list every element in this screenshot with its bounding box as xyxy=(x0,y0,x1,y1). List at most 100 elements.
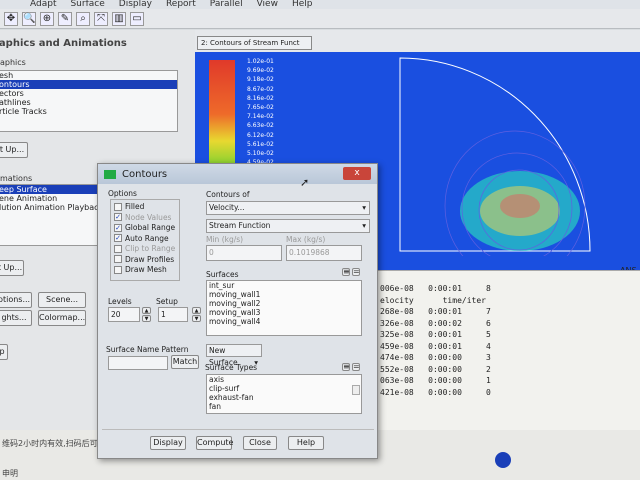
new-surface-dropdown[interactable]: New Surface xyxy=(206,344,262,369)
compute-button[interactable]: Compute xyxy=(196,436,233,450)
menu-display[interactable]: Display xyxy=(119,0,152,9)
colormap-label: 5.10e-02 xyxy=(247,150,274,157)
graphics-label: aphics xyxy=(0,58,26,67)
menu-adapt[interactable]: Adapt xyxy=(30,0,56,9)
console-line: 063e-08 0:00:00 1 xyxy=(380,376,491,385)
option-checkbox[interactable]: ✓ Global Range xyxy=(114,223,175,232)
select-all-icon[interactable]: ≡ xyxy=(342,268,350,276)
surfaces-list[interactable]: int_sur moving_wall1 moving_wall2 moving… xyxy=(206,280,362,336)
list-item[interactable]: axis xyxy=(207,375,361,384)
list-item[interactable]: clip-surf xyxy=(207,384,361,393)
menu-parallel[interactable]: Parallel xyxy=(210,0,243,9)
setup-label: Setup xyxy=(156,297,178,306)
setup-down-button[interactable]: ▼ xyxy=(192,315,201,322)
min-input[interactable]: 0 xyxy=(206,245,282,261)
probe-icon[interactable]: ✎ xyxy=(58,11,72,26)
option-checkbox[interactable]: Draw Mesh xyxy=(114,265,167,274)
colormap-label: 5.61e-02 xyxy=(247,140,274,148)
select-all-types-icon[interactable]: ≡ xyxy=(342,363,350,371)
pattern-input[interactable] xyxy=(108,356,168,370)
deselect-all-types-icon[interactable]: = xyxy=(352,363,360,371)
list-item[interactable]: esh xyxy=(0,71,177,80)
contours-of-dropdown[interactable]: Velocity... xyxy=(206,201,370,215)
graphics-setup-button[interactable]: t Up... xyxy=(0,142,28,158)
console-line: 459e-08 0:00:01 4 xyxy=(380,341,491,351)
graphics-window-selector[interactable]: 2: Contours of Stream Funct xyxy=(197,36,312,50)
checkbox-icon[interactable]: ✓ xyxy=(114,223,122,232)
option-checkbox[interactable]: Filled xyxy=(114,202,144,211)
setup-input[interactable]: 1 xyxy=(158,307,188,322)
deselect-all-icon[interactable]: = xyxy=(352,268,360,276)
console-line: elocity time/iter xyxy=(380,295,486,305)
checkbox-icon[interactable] xyxy=(114,255,122,263)
scene-button[interactable]: Scene... xyxy=(38,292,86,308)
help-button[interactable]: Help xyxy=(288,436,324,450)
menu-view[interactable]: View xyxy=(257,0,278,9)
levels-up-button[interactable]: ▲ xyxy=(142,307,151,314)
menu-help[interactable]: Help xyxy=(292,0,313,9)
setup-up-button[interactable]: ▲ xyxy=(192,307,201,314)
checkbox-icon[interactable] xyxy=(114,244,122,253)
levels-input[interactable]: 20 xyxy=(108,307,140,322)
quantity-dropdown[interactable]: Stream Function xyxy=(206,219,370,233)
console-line: 421e-08 0:00:00 0 xyxy=(380,387,491,397)
option-checkbox[interactable]: Draw Profiles xyxy=(114,255,174,264)
list-item[interactable]: fan xyxy=(207,402,361,411)
menu-surface[interactable]: Surface xyxy=(70,0,104,9)
option-label: Auto Range xyxy=(125,233,169,243)
option-label: Node Values xyxy=(125,212,172,222)
list-item[interactable]: int_sur xyxy=(207,281,361,290)
surface-types-list[interactable]: axis clip-surf exhaust-fan fan xyxy=(206,374,362,414)
fit-icon[interactable]: ⌕ xyxy=(76,11,90,26)
colormap-label: 7.65e-02 xyxy=(247,104,274,111)
max-input[interactable]: 0.1019868 xyxy=(286,245,362,261)
list-item[interactable]: moving_wall2 xyxy=(207,299,361,308)
menu-report[interactable]: Report xyxy=(166,0,196,9)
list-item[interactable]: ontours xyxy=(0,80,177,89)
match-button[interactable]: Match xyxy=(171,355,199,369)
colormap-label: 6.63e-02 xyxy=(247,122,274,130)
colormap-button[interactable]: Colormap... xyxy=(38,310,86,326)
list-item[interactable]: exhaust-fan xyxy=(207,393,361,402)
panel-title: raphics and Animations xyxy=(0,38,127,49)
close-icon[interactable]: x xyxy=(343,167,371,180)
zoom-in-icon[interactable]: ⊕ xyxy=(40,11,54,26)
graphics-list[interactable]: esh ontours ectors athlines rticle Track… xyxy=(0,70,178,132)
list-item[interactable]: ectors xyxy=(0,89,177,98)
list-item[interactable]: moving_wall1 xyxy=(207,290,361,299)
option-checkbox[interactable]: Clip to Range xyxy=(114,244,175,253)
list-item[interactable]: athlines xyxy=(0,98,177,107)
checkbox-icon[interactable] xyxy=(114,202,122,211)
option-checkbox[interactable]: ✓ Auto Range xyxy=(114,234,169,243)
checkbox-icon[interactable]: ✓ xyxy=(114,234,122,242)
console-line: 326e-08 0:00:02 6 xyxy=(380,318,491,328)
display-button[interactable]: Display xyxy=(150,436,186,450)
options-label: Options xyxy=(108,189,137,198)
animations-setup-button[interactable]: t Up... xyxy=(0,260,24,276)
dialog-titlebar[interactable]: Contours xyxy=(98,164,377,184)
list-item[interactable]: moving_wall4 xyxy=(207,317,361,326)
list-item[interactable]: rticle Tracks xyxy=(0,107,177,116)
option-checkbox[interactable]: ✓ Node Values xyxy=(114,213,171,222)
lights-button[interactable]: ghts... xyxy=(0,310,32,326)
axes-icon[interactable]: ⤧ xyxy=(94,11,108,26)
close-button[interactable]: Close xyxy=(243,436,277,450)
scrollbar[interactable] xyxy=(352,385,360,395)
checkbox-icon[interactable] xyxy=(114,265,122,274)
console-line: 325e-08 0:00:01 5 xyxy=(380,330,491,339)
options-button[interactable]: ptions... xyxy=(0,292,32,308)
help-button[interactable]: p xyxy=(0,344,8,360)
zoom-icon[interactable]: 🔍 xyxy=(22,11,36,26)
min-label: Min (kg/s) xyxy=(206,235,244,244)
surface-types-label: Surface Types xyxy=(205,363,258,372)
colormap-label: 1.02e-01 xyxy=(247,58,274,65)
console[interactable]: 006e-08 0:00:01 8 elocity time/iter 268e-0… xyxy=(370,270,640,430)
list-item[interactable]: moving_wall3 xyxy=(207,308,361,317)
console-line: 552e-08 0:00:00 2 xyxy=(380,364,491,374)
window-icon[interactable]: ▭ xyxy=(130,11,144,26)
levels-down-button[interactable]: ▼ xyxy=(142,315,151,322)
translate-icon[interactable]: ✥ xyxy=(4,11,18,26)
surfaces-label: Surfaces xyxy=(206,270,239,279)
layout-icon[interactable]: ▥ xyxy=(112,11,126,26)
checkbox-icon[interactable]: ✓ xyxy=(114,213,122,221)
